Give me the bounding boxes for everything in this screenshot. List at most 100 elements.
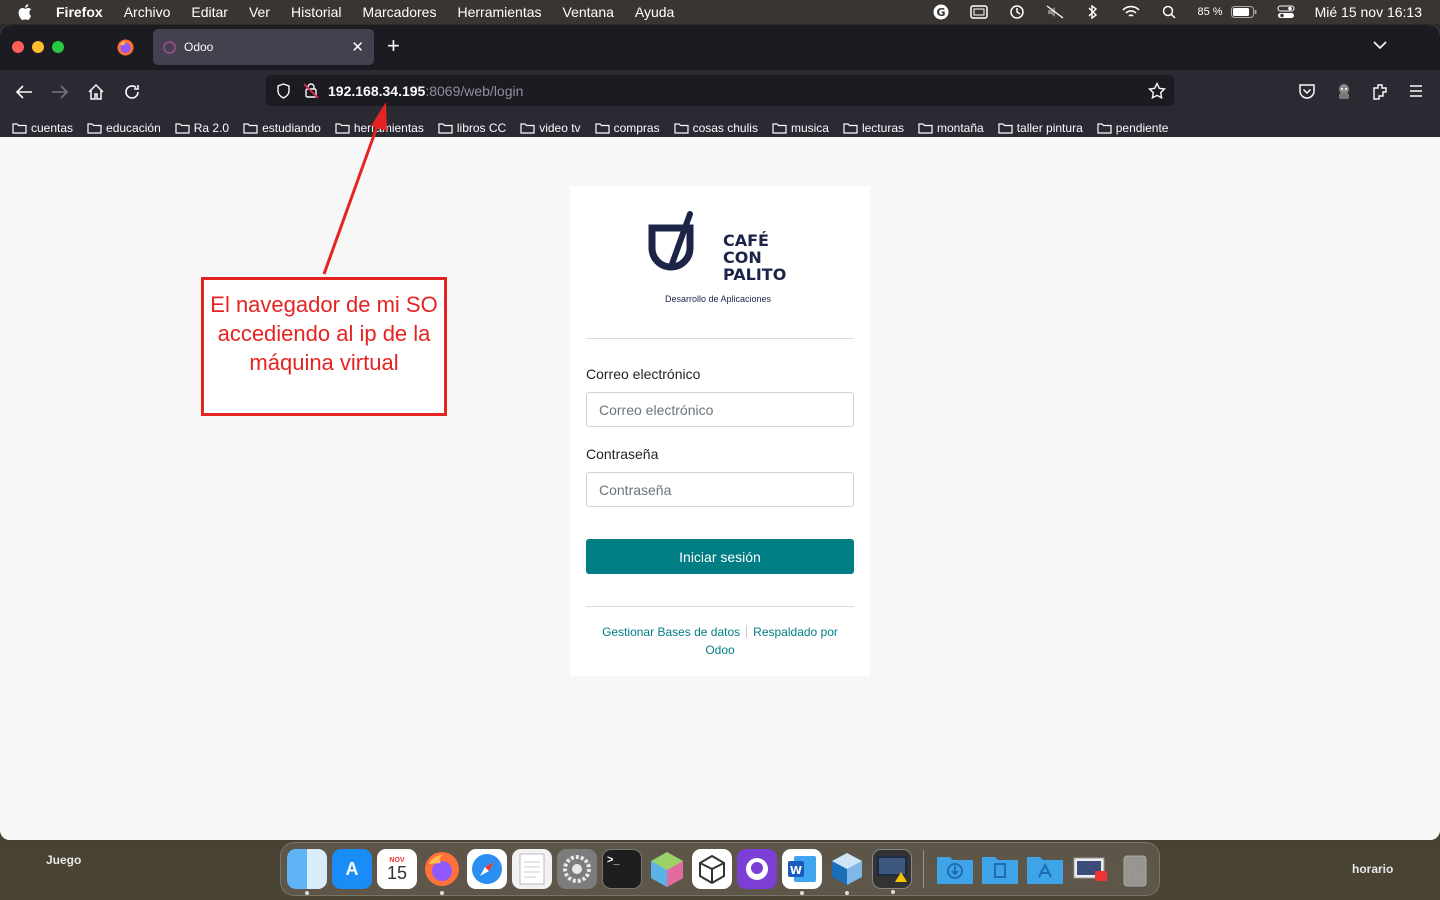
close-tab-icon[interactable]: ✕ — [351, 38, 364, 56]
desktop-label-juego[interactable]: Juego — [46, 853, 81, 867]
list-all-tabs-icon[interactable] — [1372, 37, 1388, 53]
menu-archivo[interactable]: Archivo — [124, 4, 171, 20]
navigation-toolbar: 192.168.34.195 :8069/web/login — [0, 70, 1440, 114]
minimize-window-button[interactable] — [32, 41, 44, 53]
finder-icon[interactable] — [287, 849, 327, 895]
running-indicator — [305, 891, 309, 895]
tracking-protection-icon[interactable] — [276, 83, 291, 99]
close-window-button[interactable] — [12, 41, 24, 53]
control-center-icon[interactable] — [1277, 5, 1295, 19]
firefox-logo-icon — [425, 852, 459, 886]
insecure-lock-icon[interactable] — [303, 82, 319, 99]
bookmark-folder[interactable]: musica — [772, 121, 829, 135]
geogebra-cube-icon[interactable] — [647, 849, 687, 889]
extension-avatar-icon[interactable] — [1335, 82, 1353, 100]
email-label: Correo electrónico — [586, 366, 701, 382]
menu-ventana[interactable]: Ventana — [563, 4, 614, 20]
grammarly-icon[interactable]: G — [932, 4, 950, 20]
applications-folder-icon[interactable] — [1025, 849, 1065, 889]
login-button[interactable]: Iniciar sesión — [586, 539, 854, 574]
bookmark-folder[interactable]: cuentas — [12, 121, 73, 135]
bookmark-folder[interactable]: Ra 2.0 — [175, 121, 229, 135]
new-tab-button[interactable]: + — [387, 34, 400, 58]
trash-icon[interactable] — [1115, 849, 1155, 889]
search-icon[interactable] — [1160, 5, 1178, 19]
tab-title: Odoo — [184, 40, 214, 54]
menu-firefox[interactable]: Firefox — [56, 4, 103, 20]
menu-marcadores[interactable]: Marcadores — [363, 4, 437, 20]
reload-button[interactable] — [122, 82, 142, 102]
safari-icon[interactable] — [467, 849, 507, 889]
folder-icon — [87, 122, 102, 134]
bookmark-folder[interactable]: video tv — [520, 121, 581, 135]
bookmark-folder[interactable]: lecturas — [843, 121, 904, 135]
back-button[interactable] — [14, 82, 34, 102]
github-desktop-icon[interactable] — [737, 849, 777, 889]
bookmark-label: cuentas — [31, 120, 74, 135]
menu-clock[interactable]: Mié 15 nov 16:13 — [1315, 4, 1422, 20]
bookmark-label: Ra 2.0 — [193, 120, 230, 135]
desktop-label-horario[interactable]: horario — [1352, 862, 1393, 876]
textedit-icon[interactable] — [512, 849, 552, 889]
folder-icon — [594, 122, 610, 134]
bookmark-folder[interactable]: educación — [87, 121, 161, 135]
bookmark-folder[interactable]: montaña — [918, 121, 984, 135]
word-logo-icon: W — [788, 856, 816, 882]
vm-screen-icon[interactable] — [872, 849, 912, 894]
downloads-folder-icon[interactable] — [935, 849, 975, 889]
logo-line-1: CAFÉ — [723, 231, 769, 250]
calendar-icon[interactable]: NOV 15 — [377, 849, 417, 889]
bookmark-folder[interactable]: pendiente — [1097, 121, 1168, 135]
bookmark-folder[interactable]: libros CC — [438, 121, 506, 135]
unity-icon[interactable] — [692, 849, 732, 889]
app-store-icon[interactable]: A — [332, 849, 372, 889]
menu-editar[interactable]: Editar — [191, 4, 228, 20]
bookmark-star-icon[interactable] — [1148, 82, 1166, 100]
terminal-icon[interactable]: >_ — [602, 849, 642, 889]
manage-databases-link[interactable]: Gestionar Bases de datos — [602, 625, 740, 639]
documents-folder-icon[interactable] — [980, 849, 1020, 889]
odoo-favicon-icon — [163, 40, 176, 54]
bookmark-folder[interactable]: estudiando — [243, 121, 321, 135]
bookmark-folder[interactable]: herramientas — [335, 121, 424, 135]
virtualbox-icon[interactable] — [827, 849, 867, 895]
folder-icon — [438, 122, 453, 134]
forward-button[interactable] — [50, 82, 70, 102]
home-button[interactable] — [86, 82, 106, 102]
apple-menu-icon[interactable] — [18, 4, 40, 20]
bookmark-folder[interactable]: cosas chulis — [673, 121, 758, 135]
screen-sharing-icon[interactable] — [1070, 849, 1110, 889]
window-controls — [12, 41, 64, 53]
menu-ver[interactable]: Ver — [249, 4, 270, 20]
page-content: CAFÉ CON PALITO Desarrollo de Aplicacion… — [0, 137, 1440, 840]
company-logo: CAFÉ CON PALITO Desarrollo de Aplicacion… — [642, 206, 802, 314]
odoo-link[interactable]: Odoo — [705, 643, 734, 657]
battery-icon[interactable] — [1230, 5, 1257, 19]
bookmark-folder[interactable]: compras — [594, 121, 660, 135]
time-machine-icon[interactable] — [1008, 5, 1026, 19]
extensions-icon[interactable] — [1371, 82, 1389, 100]
bluetooth-icon[interactable] — [1084, 4, 1102, 20]
screen-mirror-icon[interactable] — [969, 5, 988, 19]
wifi-icon[interactable] — [1121, 5, 1140, 19]
svg-text:W: W — [790, 864, 802, 877]
bookmark-label: montaña — [937, 120, 984, 135]
tab-odoo[interactable]: Odoo ✕ — [153, 29, 374, 65]
menu-historial[interactable]: Historial — [291, 4, 342, 20]
word-icon[interactable]: W — [782, 849, 822, 895]
system-settings-icon[interactable] — [557, 849, 597, 889]
password-field[interactable]: Contraseña — [586, 472, 854, 507]
menu-ayuda[interactable]: Ayuda — [635, 4, 674, 20]
pocket-icon[interactable] — [1298, 82, 1316, 100]
mute-icon[interactable] — [1046, 5, 1064, 19]
firefox-icon[interactable] — [422, 849, 462, 895]
firefox-view-icon[interactable] — [117, 39, 134, 56]
bookmark-folder[interactable]: taller pintura — [998, 121, 1083, 135]
powered-by-link[interactable]: Respaldado por — [753, 625, 838, 639]
menu-herramientas[interactable]: Herramientas — [457, 4, 541, 20]
url-bar[interactable]: 192.168.34.195 :8069/web/login — [266, 75, 1174, 106]
menu-hamburger-icon[interactable] — [1407, 82, 1425, 100]
url-path: :8069/web/login — [425, 82, 524, 99]
email-field[interactable]: Correo electrónico — [586, 392, 854, 427]
zoom-window-button[interactable] — [52, 41, 64, 53]
